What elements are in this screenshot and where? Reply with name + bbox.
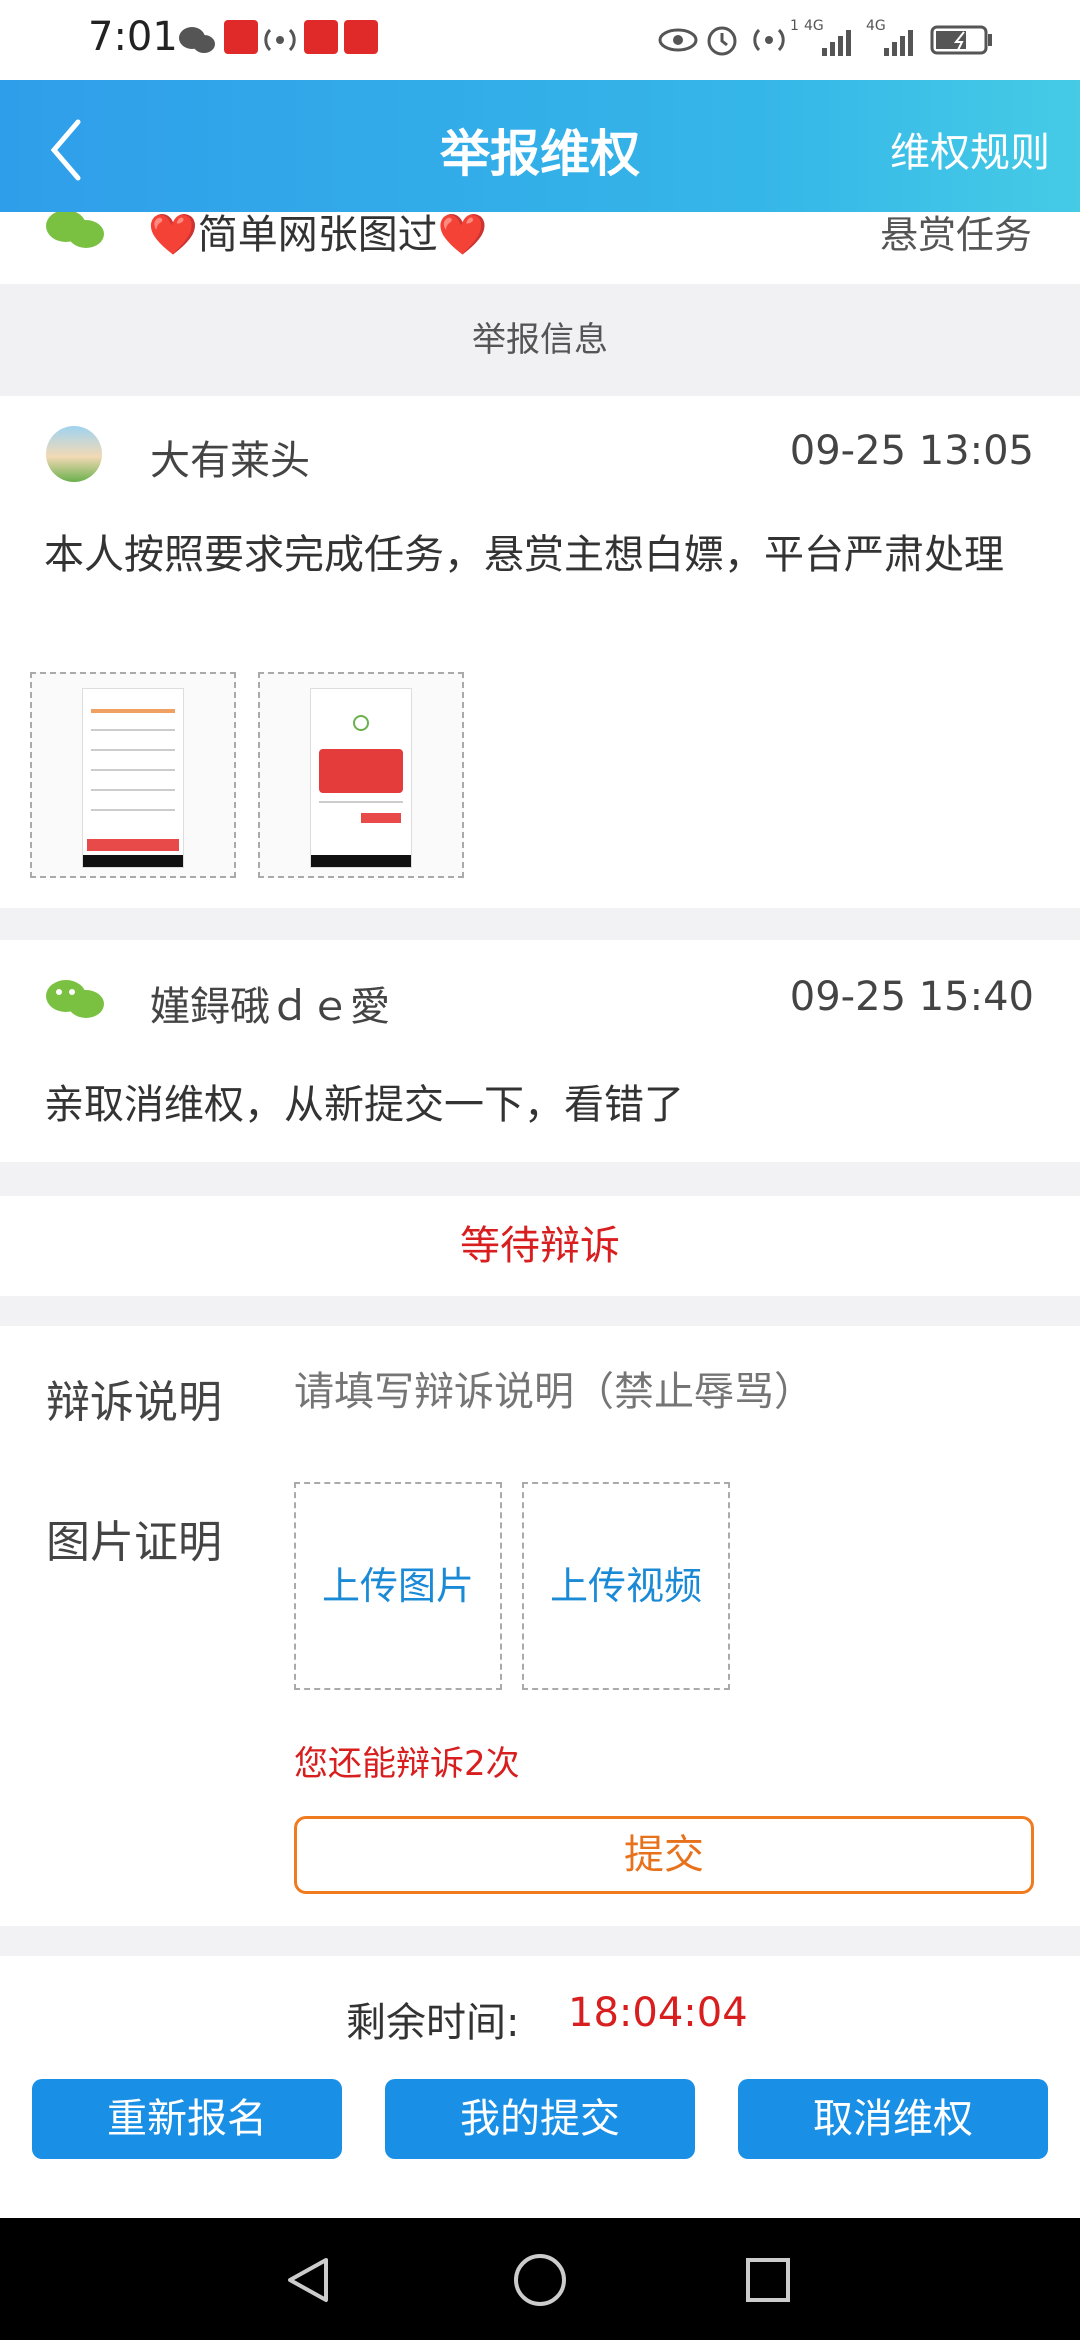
system-nav-bar: [0, 2218, 1080, 2340]
submit-button[interactable]: 提交: [294, 1816, 1034, 1894]
signal-icon-2: [884, 30, 913, 56]
reply-time: 09-25 15:40: [789, 974, 1034, 1020]
countdown-label: 剩余时间:: [346, 2000, 520, 2046]
signal-icon: [822, 30, 851, 56]
eye-icon: [658, 28, 698, 52]
footer-panel: 剩余时间: 18:04:04 重新报名 我的提交 取消维权: [0, 1956, 1080, 2218]
report-text: 本人按照要求完成任务，悬赏主想白嫖，平台严肃处理: [44, 532, 1004, 578]
status-bar: 7:01 1 4G 4G: [0, 0, 1080, 80]
status-time: 7:01: [88, 14, 178, 60]
battery-icon: [930, 25, 992, 55]
evidence-thumbnail-2[interactable]: [258, 672, 464, 878]
wechat-icon: [46, 980, 104, 1018]
app-notification-icon-3: [344, 20, 378, 54]
defense-label: 辩诉说明: [46, 1377, 222, 1428]
square-recents-nav-icon[interactable]: [742, 2254, 794, 2306]
task-row[interactable]: ❤️简单网张图过❤️ 悬赏任务: [0, 212, 1080, 284]
evidence-thumbnail[interactable]: [30, 672, 236, 878]
reply-username: 嫤鍀硪ｄｅ愛: [150, 984, 390, 1030]
dispute-status: 等待辩诉: [0, 1196, 1080, 1296]
countdown-value: 18:04:04: [568, 1990, 748, 2036]
hotspot-icon: [264, 28, 296, 52]
task-name: ❤️简单网张图过❤️: [148, 212, 488, 258]
wechat-icon: [46, 212, 104, 248]
app-notification-icon: [224, 20, 258, 54]
upload-video-button[interactable]: 上传视频: [522, 1482, 730, 1690]
report-time: 09-25 13:05: [789, 428, 1034, 474]
wifi-icon: [753, 28, 785, 52]
upload-image-button[interactable]: 上传图片: [294, 1482, 502, 1690]
image-proof-label: 图片证明: [46, 1517, 222, 1568]
remaining-attempts: 您还能辩诉2次: [294, 1744, 520, 1784]
sim1-label: 1: [790, 18, 799, 34]
circle-home-nav-icon[interactable]: [512, 2252, 568, 2308]
reply-card: 嫤鍀硪ｄｅ愛 09-25 15:40 亲取消维权，从新提交一下，看错了: [0, 940, 1080, 1162]
defense-input[interactable]: [292, 1356, 1036, 1428]
cancel-dispute-button[interactable]: 取消维权: [738, 2079, 1048, 2159]
app-header: 举报维权 维权规则: [0, 80, 1080, 212]
report-card: 大有莱头 09-25 13:05 本人按照要求完成任务，悬赏主想白嫖，平台严肃处…: [0, 396, 1080, 908]
app-notification-icon-2: [304, 20, 338, 54]
rules-link[interactable]: 维权规则: [890, 120, 1050, 178]
wechat-notification-icon: [179, 27, 215, 53]
my-submission-button[interactable]: 我的提交: [385, 2079, 695, 2159]
section-label: 举报信息: [0, 284, 1080, 396]
report-username: 大有莱头: [150, 438, 310, 484]
triangle-back-nav-icon[interactable]: [282, 2254, 334, 2306]
alarm-icon: [707, 26, 737, 56]
re-register-button[interactable]: 重新报名: [32, 2079, 342, 2159]
avatar[interactable]: [46, 426, 102, 482]
task-type: 悬赏任务: [879, 213, 1032, 257]
defense-form: 辩诉说明 图片证明 上传图片 上传视频 您还能辩诉2次 提交: [0, 1326, 1080, 1926]
reply-text: 亲取消维权，从新提交一下，看错了: [44, 1082, 684, 1128]
